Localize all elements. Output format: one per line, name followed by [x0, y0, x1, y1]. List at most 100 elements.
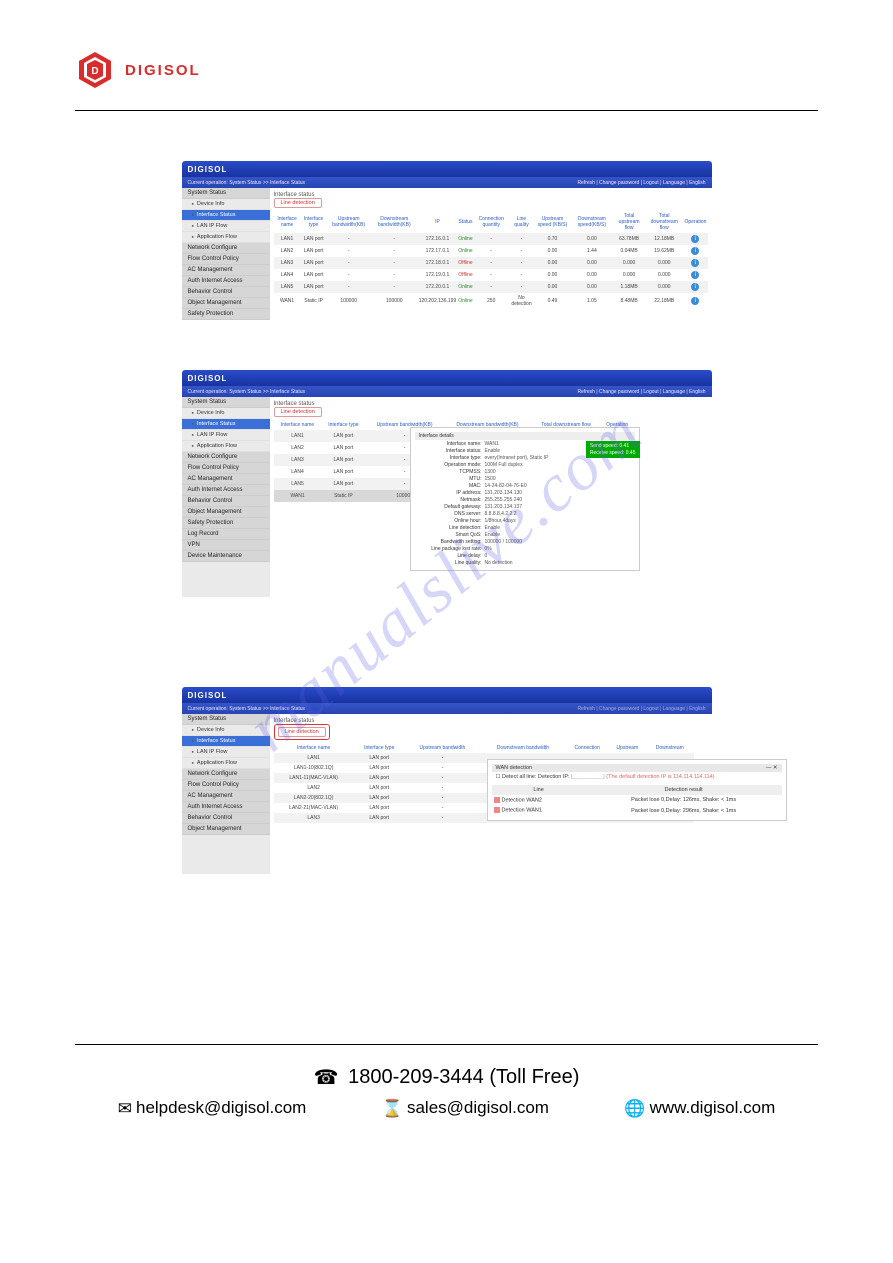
detail-row: Line quality:No detection [415, 559, 635, 566]
sidebar-item[interactable]: Interface Status [182, 210, 270, 221]
sidebar-item[interactable]: Interface Status [182, 736, 270, 747]
cell: 0.00 [571, 281, 613, 293]
info-icon[interactable]: i [691, 235, 699, 243]
operation-cell[interactable]: i [683, 245, 707, 257]
sidebar-group[interactable]: Object Management [182, 824, 270, 835]
sidebar-group[interactable]: Network Configure [182, 452, 270, 463]
cell: - [371, 269, 418, 281]
info-icon[interactable]: i [691, 271, 699, 279]
operation-cell[interactable]: i [683, 257, 707, 269]
sidebar-group[interactable]: Auth Internet Access [182, 485, 270, 496]
sidebar-group[interactable]: Flow Control Policy [182, 463, 270, 474]
header-links[interactable]: Refresh | Change password | Logout | Lan… [577, 706, 705, 712]
cell: LAN port [354, 773, 405, 783]
line-detection-button[interactable]: Line detection [274, 407, 322, 417]
footer-divider [75, 1044, 818, 1045]
col-header: Upstream speed (KB/S) [534, 211, 570, 233]
table-row: LAN5LAN port--172.20.0.1Online--0.000.00… [274, 281, 708, 293]
cell: 172.20.0.1 [418, 281, 458, 293]
detail-row: Line detection:Enable [415, 524, 635, 531]
operation-cell[interactable]: i [683, 281, 707, 293]
sidebar-group[interactable]: AC Management [182, 265, 270, 276]
sidebar-group[interactable]: System Status [182, 714, 270, 725]
sidebar-group[interactable]: Behavior Control [182, 287, 270, 298]
sidebar-item[interactable]: Application Flow [182, 441, 270, 452]
sidebar-group[interactable]: AC Management [182, 791, 270, 802]
globe-icon: 🌐 [624, 1099, 645, 1119]
sidebar-group[interactable]: Device Maintenance [182, 551, 270, 562]
sidebar-group[interactable]: System Status [182, 188, 270, 199]
sidebar-item[interactable]: Application Flow [182, 232, 270, 243]
line-detection-button[interactable]: Line detection [278, 727, 326, 737]
cell: LAN port [321, 478, 365, 490]
detail-value: No detection [485, 560, 513, 566]
cell: Packet lose 0,Delay: 126ms, Shake: < 1ms [586, 795, 782, 805]
sidebar-group[interactable]: Auth Internet Access [182, 276, 270, 287]
sidebar-group[interactable]: Object Management [182, 298, 270, 309]
header-links[interactable]: Refresh | Change password | Logout | Lan… [577, 180, 705, 186]
footer-web: 🌐www.digisol.com [624, 1098, 775, 1119]
sidebar-group[interactable]: Flow Control Policy [182, 254, 270, 265]
operation-cell[interactable]: i [683, 293, 707, 309]
header-links[interactable]: Refresh | Change password | Logout | Lan… [577, 389, 705, 395]
detail-value: 1500 [485, 476, 496, 482]
sidebar-group[interactable]: VPN [182, 540, 270, 551]
sidebar-group[interactable]: Safety Protection [182, 309, 270, 320]
breadcrumb: Current operation: System Status >> Inte… [188, 389, 306, 395]
cell: WAN1 [274, 293, 301, 309]
sidebar-item[interactable]: LAN IP Flow [182, 430, 270, 441]
col-header: Upstream bandwidth [405, 743, 480, 753]
cell: Offline [457, 269, 473, 281]
cell: - [371, 281, 418, 293]
cell: Online [457, 293, 473, 309]
sidebar-group[interactable]: Behavior Control [182, 496, 270, 507]
sidebar-group[interactable]: Auth Internet Access [182, 802, 270, 813]
info-icon[interactable]: i [691, 297, 699, 305]
sidebar-item[interactable]: Interface Status [182, 419, 270, 430]
cell: LAN port [354, 813, 405, 823]
cell: - [474, 281, 509, 293]
info-icon[interactable]: i [691, 283, 699, 291]
sidebar-item[interactable]: Device Info [182, 725, 270, 736]
col-header: Status [457, 211, 473, 233]
cell: - [405, 813, 480, 823]
cell: - [327, 257, 371, 269]
sidebar-group[interactable]: System Status [182, 397, 270, 408]
col-header: Interface type [354, 743, 405, 753]
detail-value: 0% [485, 546, 492, 552]
sidebar-group[interactable]: Safety Protection [182, 518, 270, 529]
detect-ip-input[interactable]: [__________] [570, 774, 605, 780]
detail-row: Netmask:255.255.255.240 [415, 496, 635, 503]
header-divider [75, 110, 818, 111]
sidebar-group[interactable]: Log Record [182, 529, 270, 540]
cell: - [509, 233, 534, 245]
sidebar-group[interactable]: Network Configure [182, 243, 270, 254]
cell: 1.05 [571, 293, 613, 309]
info-icon[interactable]: i [691, 247, 699, 255]
sidebar-group[interactable]: Behavior Control [182, 813, 270, 824]
sidebar-item[interactable]: LAN IP Flow [182, 747, 270, 758]
detail-row: Operation mode:100M Full duplex [415, 461, 635, 468]
cell: 0.00 [534, 257, 570, 269]
cell: WAN1 [274, 490, 322, 502]
wan-title: WAN detection [496, 765, 532, 771]
sidebar-group[interactable]: AC Management [182, 474, 270, 485]
sidebar-item[interactable]: Device Info [182, 199, 270, 210]
sidebar-group[interactable]: Object Management [182, 507, 270, 518]
line-detection-button[interactable]: Line detection [274, 198, 322, 208]
sidebar-item[interactable]: LAN IP Flow [182, 221, 270, 232]
operation-cell[interactable]: i [683, 269, 707, 281]
sidebar-item[interactable]: Device Info [182, 408, 270, 419]
cell: LAN1 [274, 233, 301, 245]
app-title-bar: DIGISOL [182, 687, 712, 703]
sidebar-group[interactable]: Network Configure [182, 769, 270, 780]
sidebar-group[interactable]: Flow Control Policy [182, 780, 270, 791]
cell: 172.16.0.1 [418, 233, 458, 245]
detail-label: Interface type: [415, 455, 485, 461]
phone-icon: ☎ [314, 1065, 339, 1090]
sidebar-item[interactable]: Application Flow [182, 758, 270, 769]
cell: LAN2 [274, 442, 322, 454]
info-icon[interactable]: i [691, 259, 699, 267]
close-icon[interactable]: — ✕ [766, 765, 778, 771]
operation-cell[interactable]: i [683, 233, 707, 245]
